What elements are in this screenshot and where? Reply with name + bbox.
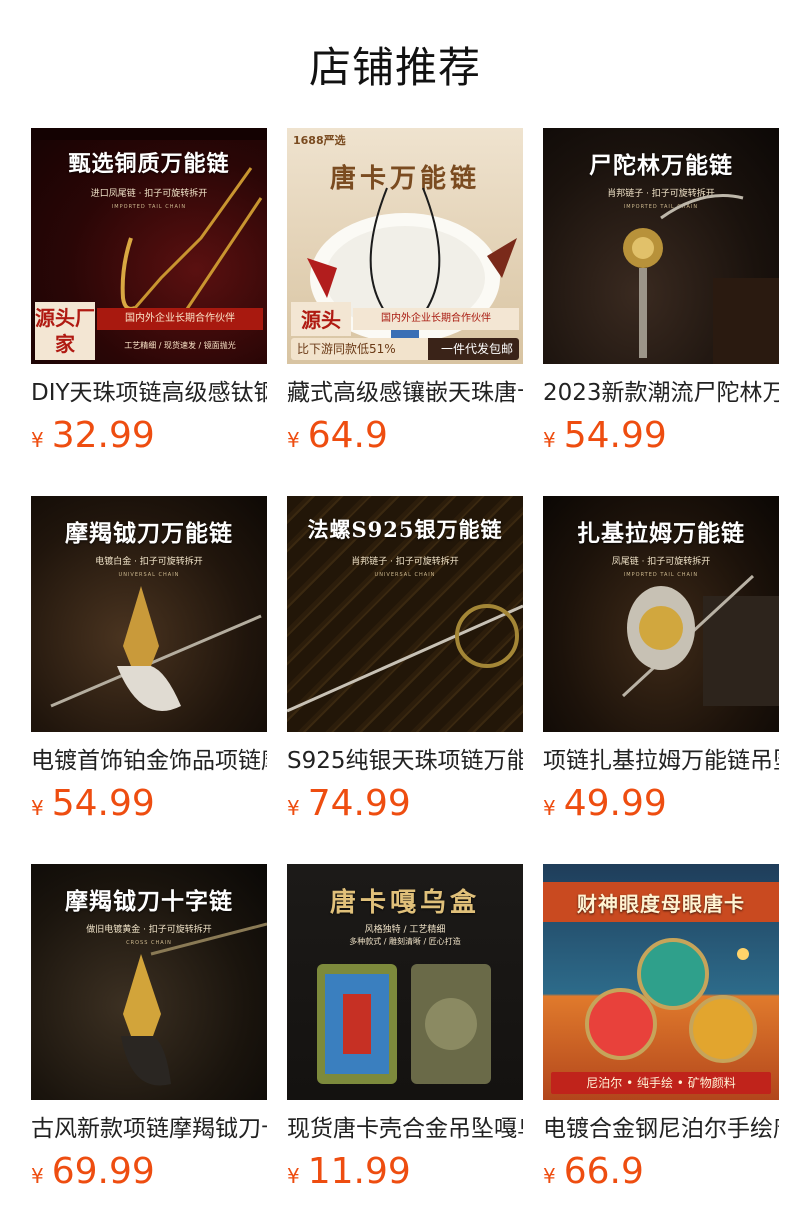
price-value: 66.9: [563, 1151, 644, 1192]
chain-art: [287, 604, 523, 713]
product-image[interactable]: 1688严选 唐卡万能链 源头 国内外企业长期合作伙伴 比下游同款低51% 一件…: [287, 128, 523, 364]
currency-symbol: ¥: [287, 1164, 300, 1188]
product-price: ¥74.99: [287, 784, 523, 830]
product-card[interactable]: 摩羯钺刀十字链 做旧电镀黄金 · 扣子可旋转拆开 CROSS CHAIN 古风新…: [31, 864, 267, 1198]
price-value: 64.9: [307, 415, 388, 456]
product-name[interactable]: 藏式高级感镶嵌天珠唐卡项链: [287, 378, 523, 408]
product-card[interactable]: 甄选铜质万能链 进口凤尾链 · 扣子可旋转拆开 IMPORTED TAIL CH…: [31, 128, 267, 462]
source-label: 源头厂家: [35, 302, 95, 360]
pendant-art: [121, 922, 267, 1086]
product-image[interactable]: 摩羯钺刀十字链 做旧电镀黄金 · 扣子可旋转拆开 CROSS CHAIN: [31, 864, 267, 1100]
product-image[interactable]: 财神眼度母眼唐卡 尼泊尔 • 纯手绘 • 矿物颜料: [543, 864, 779, 1100]
thangka-art: [585, 938, 757, 1063]
product-name[interactable]: 电镀首饰铂金饰品项链摩羯钺刀: [31, 746, 267, 776]
product-price: ¥69.99: [31, 1152, 267, 1198]
product-name[interactable]: 现货唐卡壳合金吊坠嘎乌盒: [287, 1114, 523, 1144]
price-value: 11.99: [307, 1151, 411, 1192]
product-card[interactable]: 唐卡嘎乌盒 风格独特 / 工艺精细 多种款式 / 雕刻清晰 / 匠心打造 现货唐…: [287, 864, 523, 1198]
currency-symbol: ¥: [287, 796, 300, 820]
product-price: ¥54.99: [31, 784, 267, 830]
partner-bar: 国内外企业长期合作伙伴: [97, 308, 263, 330]
pendant-art: [621, 574, 779, 706]
product-price: ¥32.99: [31, 416, 267, 462]
product-image[interactable]: 甄选铜质万能链 进口凤尾链 · 扣子可旋转拆开 IMPORTED TAIL CH…: [31, 128, 267, 364]
price-value: 74.99: [307, 783, 411, 824]
price-value: 32.99: [51, 415, 155, 456]
feature-strip: 尼泊尔 • 纯手绘 • 矿物颜料: [551, 1072, 771, 1094]
product-price: ¥11.99: [287, 1152, 523, 1198]
currency-symbol: ¥: [543, 428, 556, 452]
currency-symbol: ¥: [31, 1164, 44, 1188]
currency-symbol: ¥: [31, 796, 44, 820]
product-card[interactable]: 尸陀林万能链 肖邦链子 · 扣子可旋转拆开 IMPORTED TAIL CHAI…: [543, 128, 779, 462]
product-name[interactable]: 项链扎基拉姆万能链吊坠: [543, 746, 779, 776]
product-name[interactable]: 2023新款潮流尸陀林万能链项链: [543, 378, 779, 408]
promo-right: 一件代发包邮: [440, 342, 513, 356]
product-image[interactable]: 扎基拉姆万能链 凤尾链 · 扣子可旋转拆开 IMPORTED TAIL CHAI…: [543, 496, 779, 732]
product-card[interactable]: 扎基拉姆万能链 凤尾链 · 扣子可旋转拆开 IMPORTED TAIL CHAI…: [543, 496, 779, 830]
partner-bar: 国内外企业长期合作伙伴: [353, 308, 519, 330]
product-price: ¥66.9: [543, 1152, 779, 1198]
page-title: 店铺推荐: [308, 43, 481, 92]
currency-symbol: ¥: [31, 428, 44, 452]
gau-box-art: [317, 964, 491, 1084]
source-label: 源头: [291, 302, 351, 336]
currency-symbol: ¥: [287, 428, 300, 452]
product-card[interactable]: 财神眼度母眼唐卡 尼泊尔 • 纯手绘 • 矿物颜料 电镀合金钢尼泊尔手绘唐卡 ¥…: [543, 864, 779, 1198]
product-image[interactable]: 法螺S925银万能链 肖邦链子 · 扣子可旋转拆开 UNIVERSAL CHAI…: [287, 496, 523, 732]
product-card[interactable]: 摩羯钺刀万能链 电镀白金 · 扣子可旋转拆开 UNIVERSAL CHAIN 电…: [31, 496, 267, 830]
promo-left: 比下游同款低51%: [297, 342, 396, 356]
product-card[interactable]: 1688严选 唐卡万能链 源头 国内外企业长期合作伙伴 比下游同款低51% 一件…: [287, 128, 523, 462]
source-badge: 源头 国内外企业长期合作伙伴: [291, 302, 519, 336]
product-name[interactable]: DIY天珠项链高级感钛钢万能链: [31, 378, 267, 408]
price-value: 69.99: [51, 1151, 155, 1192]
product-image[interactable]: 唐卡嘎乌盒 风格独特 / 工艺精细 多种款式 / 雕刻清晰 / 匠心打造: [287, 864, 523, 1100]
currency-symbol: ¥: [543, 796, 556, 820]
promo-pill: 比下游同款低51% 一件代发包邮: [291, 338, 519, 360]
price-value: 54.99: [51, 783, 155, 824]
feature-bar: 工艺精细 / 现货速发 / 镜面抛光: [124, 341, 236, 350]
currency-symbol: ¥: [543, 1164, 556, 1188]
product-price: ¥49.99: [543, 784, 779, 830]
product-name[interactable]: 电镀合金钢尼泊尔手绘唐卡: [543, 1114, 779, 1144]
pendant-art: [50, 586, 262, 711]
source-badge: 源头厂家 国内外企业长期合作伙伴 工艺精细 / 现货速发 / 镜面抛光: [35, 302, 263, 360]
product-image[interactable]: 尸陀林万能链 肖邦链子 · 扣子可旋转拆开 IMPORTED TAIL CHAI…: [543, 128, 779, 364]
product-name[interactable]: S925纯银天珠项链万能链法螺: [287, 746, 523, 776]
pendant-art: [623, 194, 779, 364]
product-price: ¥54.99: [543, 416, 779, 462]
product-image[interactable]: 摩羯钺刀万能链 电镀白金 · 扣子可旋转拆开 UNIVERSAL CHAIN: [31, 496, 267, 732]
price-value: 54.99: [563, 415, 667, 456]
product-name[interactable]: 古风新款项链摩羯钺刀十字链: [31, 1114, 267, 1144]
price-value: 49.99: [563, 783, 667, 824]
product-card[interactable]: 法螺S925银万能链 肖邦链子 · 扣子可旋转拆开 UNIVERSAL CHAI…: [287, 496, 523, 830]
product-price: ¥64.9: [287, 416, 523, 462]
